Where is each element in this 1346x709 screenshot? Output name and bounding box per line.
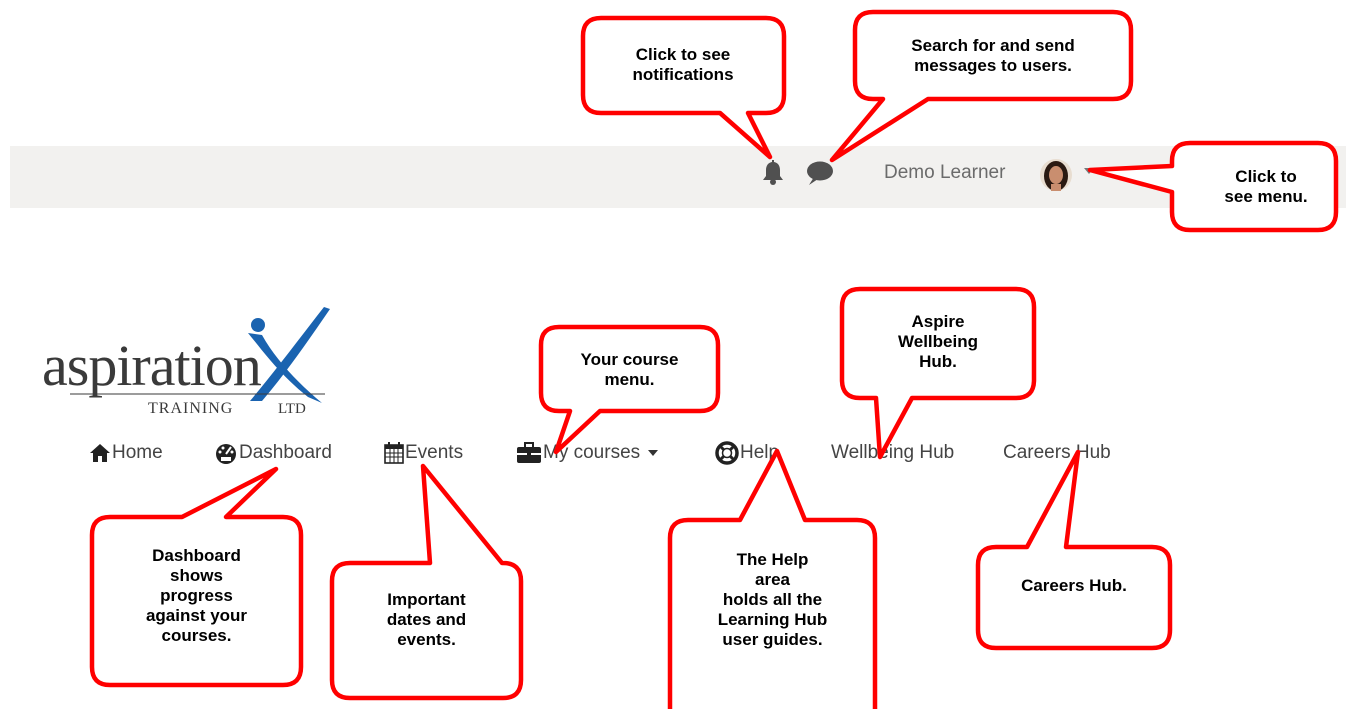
- nav-careers-hub[interactable]: Careers Hub: [1003, 440, 1111, 466]
- top-navbar: [10, 146, 1346, 208]
- briefcase-icon: [517, 442, 541, 463]
- calendar-icon: [384, 442, 404, 464]
- user-name[interactable]: Demo Learner: [884, 162, 1005, 184]
- nav-help[interactable]: Help: [715, 440, 779, 466]
- nav-my-courses-label: My courses: [543, 442, 641, 463]
- nav-careers-label: Careers Hub: [1003, 442, 1111, 463]
- callout-careers: [975, 449, 1173, 651]
- chevron-down-icon[interactable]: [1084, 168, 1094, 174]
- nav-wellbeing-label: Wellbeing Hub: [831, 442, 955, 463]
- nav-dashboard-label: Dashboard: [239, 442, 332, 463]
- callout-messages-text: Search for and send messages to users.: [911, 36, 1075, 75]
- logo-ltd: LTD: [278, 401, 306, 417]
- nav-home[interactable]: Home: [89, 440, 163, 466]
- callout-wellbeing-text: Aspire Wellbeing Hub.: [898, 312, 978, 371]
- dashboard-gauge-icon: [216, 444, 236, 464]
- lifebuoy-icon: [715, 441, 739, 465]
- logo-wordmark: aspiration: [42, 333, 262, 398]
- callout-help-text: The Help area holds all the Learning Hub…: [717, 550, 828, 649]
- callout-courses-text: Your course menu.: [580, 350, 679, 389]
- callout-notifications-text: Click to see notifications: [632, 45, 734, 84]
- nav-home-label: Home: [112, 442, 163, 463]
- nav-help-label: Help: [740, 442, 780, 463]
- callout-careers-text: Careers Hub.: [1021, 576, 1127, 595]
- callout-messages: [829, 9, 1134, 163]
- nav-events[interactable]: Events: [384, 440, 463, 466]
- aspiration-logo: aspiration TRAINING LTD: [42, 307, 330, 417]
- callout-notifications: [580, 15, 787, 160]
- nav-wellbeing-hub[interactable]: Wellbeing Hub: [831, 440, 954, 466]
- callout-events-text: Important dates and events.: [386, 590, 467, 649]
- callout-dashboard-text: Dashboard shows progress against your co…: [145, 546, 248, 645]
- nav-events-label: Events: [405, 442, 464, 463]
- callout-menu-text: Click to see menu.: [1224, 167, 1308, 206]
- bell-icon[interactable]: [762, 160, 784, 186]
- nav-my-courses[interactable]: My courses: [516, 440, 659, 466]
- chevron-down-icon: [648, 450, 659, 456]
- home-icon: [90, 444, 110, 462]
- nav-dashboard[interactable]: Dashboard: [214, 440, 332, 466]
- chat-bubble-icon[interactable]: [806, 160, 834, 186]
- logo-training: TRAINING: [148, 400, 233, 417]
- callout-events: [329, 463, 524, 701]
- avatar[interactable]: [1040, 159, 1072, 191]
